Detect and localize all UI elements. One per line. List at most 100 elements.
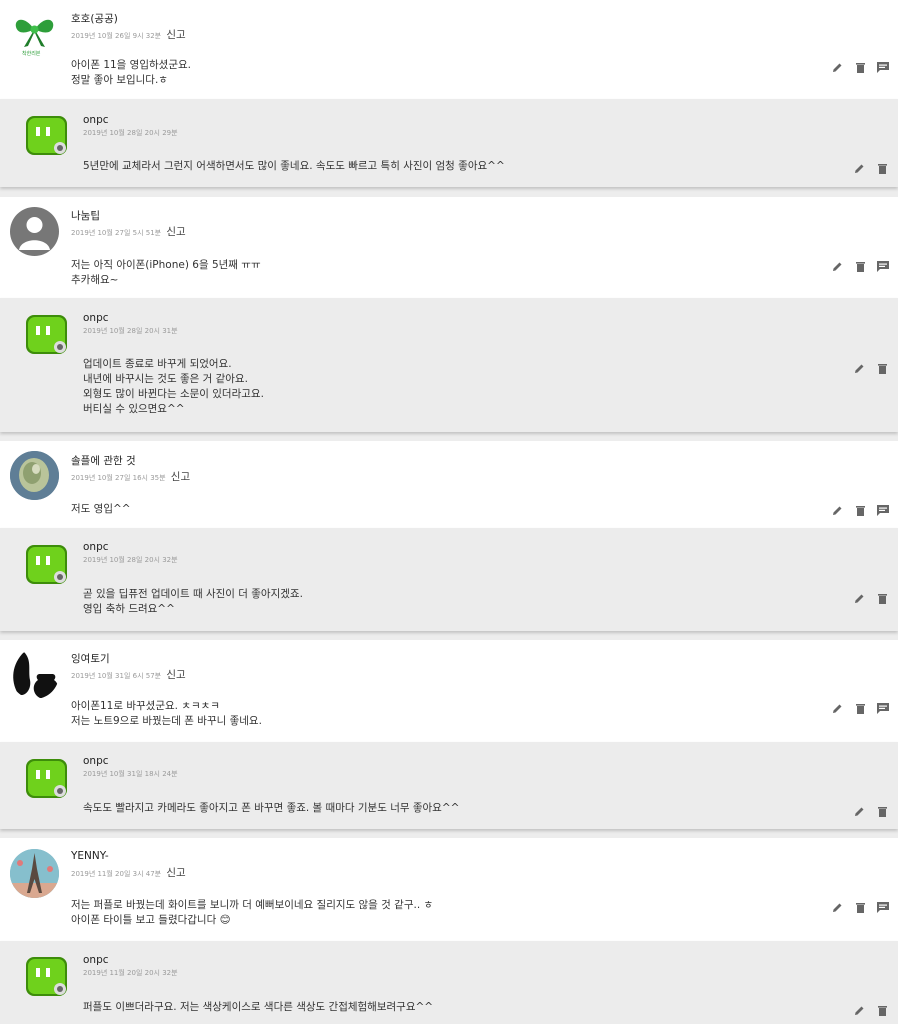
edit-icon[interactable]	[852, 361, 866, 375]
edit-icon[interactable]	[852, 804, 866, 818]
reply-actions	[852, 1003, 889, 1017]
reply-text: 곧 있을 딥퓨전 업데이트 때 사진이 더 좋아지겠죠. 영입 축하 드려요^^	[83, 588, 303, 615]
reply-icon[interactable]	[876, 259, 890, 273]
onpc-logo-icon	[26, 759, 67, 798]
delete-icon[interactable]	[853, 900, 867, 914]
owner-avatar[interactable]	[22, 310, 71, 359]
edit-icon[interactable]	[852, 1003, 866, 1017]
comment-author[interactable]: 호호(공공)	[71, 11, 118, 26]
comment-actions	[830, 701, 890, 715]
onpc-logo-icon	[26, 957, 67, 996]
report-link[interactable]: 신고	[171, 471, 190, 483]
report-link[interactable]: 신고	[166, 669, 185, 681]
delete-icon[interactable]	[853, 701, 867, 715]
delete-icon[interactable]	[875, 1003, 889, 1017]
reply-icon[interactable]	[876, 60, 890, 74]
reply-actions	[852, 591, 889, 605]
reply-date: 2019년 10월 28일 20시 29분	[83, 129, 178, 137]
report-link[interactable]: 신고	[166, 867, 185, 879]
delete-icon[interactable]	[875, 161, 889, 175]
reply-date: 2019년 10월 28일 20시 32분	[83, 556, 178, 564]
edit-icon[interactable]	[830, 900, 844, 914]
avatar[interactable]	[10, 849, 59, 898]
comment-date: 2019년 10월 26일 9시 32분	[71, 32, 162, 40]
reply-actions	[852, 361, 889, 375]
report-link[interactable]: 신고	[166, 226, 185, 238]
reply-actions	[852, 804, 889, 818]
comment-meta: 2019년 10월 27일 5시 51분 신고	[71, 224, 186, 239]
onpc-logo-icon	[26, 545, 67, 584]
reply-date: 2019년 10월 28일 20시 31분	[83, 327, 178, 335]
avatar[interactable]	[10, 207, 59, 256]
comment-date: 2019년 10월 31일 6시 57분	[71, 672, 162, 680]
edit-icon[interactable]	[830, 701, 844, 715]
reply-icon[interactable]	[876, 701, 890, 715]
default-user-icon	[19, 217, 50, 250]
reply-author[interactable]: onpc	[83, 114, 109, 126]
comment-actions	[830, 503, 890, 517]
owner-avatar[interactable]	[22, 540, 71, 589]
onpc-logo-icon	[26, 315, 67, 354]
comment-author[interactable]: YENNY-	[71, 850, 109, 862]
avatar-caption: 착한리본	[22, 51, 41, 57]
comment-meta: 2019년 10월 31일 6시 57분 신고	[71, 667, 186, 682]
reply-icon[interactable]	[876, 900, 890, 914]
owner-avatar[interactable]	[22, 952, 71, 1001]
comment-meta: 2019년 10월 26일 9시 32분 신고	[71, 27, 186, 42]
avatar[interactable]	[10, 650, 59, 699]
delete-icon[interactable]	[875, 361, 889, 375]
reply-text: 퍼플도 이쁘더라구요. 저는 색상케이스로 색다른 색상도 간접체험해보려구요^…	[83, 1001, 434, 1013]
avatar[interactable]: 착한리본	[10, 9, 59, 58]
comment: 착한리본 호호(공공) 2019년 10월 26일 9시 32분 신고 아이폰 …	[0, 0, 898, 99]
comment-author[interactable]: 솔플에 관한 것	[71, 453, 136, 468]
reply: onpc 2019년 10월 31일 18시 24분 속도도 빨라지고 카메라도…	[0, 742, 898, 829]
comment-date: 2019년 10월 27일 5시 51분	[71, 229, 162, 237]
owner-avatar[interactable]	[22, 111, 71, 160]
comment: 나눔팁 2019년 10월 27일 5시 51분 신고 저는 아직 아이폰(iP…	[0, 197, 898, 298]
comment-meta: 2019년 11월 20일 3시 47분 신고	[71, 865, 186, 880]
owner-avatar[interactable]	[22, 754, 71, 803]
reply-actions	[852, 161, 889, 175]
comment-author[interactable]: 나눔팁	[71, 208, 100, 223]
comment-text: 아이폰11로 바꾸셨군요. ㅊㅋㅊㅋ 저는 노트9으로 바꿨는데 폰 바꾸니 좋…	[71, 700, 262, 727]
reply: onpc 2019년 10월 28일 20시 32분 곧 있을 딥퓨전 업데이트…	[0, 528, 898, 631]
comment-date: 2019년 10월 27일 16시 35분	[71, 474, 166, 482]
comment-text: 아이폰 11을 영입하셨군요. 정말 좋아 보입니다.ㅎ	[71, 59, 191, 86]
reply-date: 2019년 10월 31일 18시 24분	[83, 770, 178, 778]
delete-icon[interactable]	[853, 259, 867, 273]
reply: onpc 2019년 11월 20일 20시 32분 퍼플도 이쁘더라구요. 저…	[0, 941, 898, 1024]
comment: 솔플에 관한 것 2019년 10월 27일 16시 35분 신고 저도 영입^…	[0, 441, 898, 528]
photo-avatar-icon	[10, 451, 59, 500]
comment-actions	[830, 900, 890, 914]
delete-icon[interactable]	[875, 591, 889, 605]
eiffel-tower-icon	[10, 849, 59, 898]
delete-icon[interactable]	[853, 503, 867, 517]
comment-text: 저는 퍼플로 바꿨는데 화이트를 보니까 더 예뻐보이네요 질리지도 않을 것 …	[71, 899, 434, 926]
delete-icon[interactable]	[875, 804, 889, 818]
edit-icon[interactable]	[852, 161, 866, 175]
comment-meta: 2019년 10월 27일 16시 35분 신고	[71, 469, 190, 484]
report-link[interactable]: 신고	[166, 29, 185, 41]
reply-author[interactable]: onpc	[83, 954, 109, 966]
reply: onpc 2019년 10월 28일 20시 29분 5년만에 교체라서 그런지…	[0, 99, 898, 187]
onpc-logo-icon	[26, 116, 67, 155]
reply-text: 업데이트 종료로 바꾸게 되었어요. 내년에 바꾸시는 것도 좋은 거 같아요.…	[83, 358, 264, 415]
edit-icon[interactable]	[830, 259, 844, 273]
edit-icon[interactable]	[830, 60, 844, 74]
delete-icon[interactable]	[853, 60, 867, 74]
reply-text: 속도도 빨라지고 카메라도 좋아지고 폰 바꾸면 좋죠. 볼 때마다 기분도 너…	[83, 802, 460, 814]
comment-author[interactable]: 잉여토기	[71, 651, 110, 666]
comment-text: 저도 영입^^	[71, 503, 131, 515]
reply-author[interactable]: onpc	[83, 312, 109, 324]
reply-text: 5년만에 교체라서 그런지 어색하면서도 많이 좋네요. 속도도 빠르고 특히 …	[83, 160, 505, 172]
edit-icon[interactable]	[830, 503, 844, 517]
reply-author[interactable]: onpc	[83, 541, 109, 553]
reply-author[interactable]: onpc	[83, 755, 109, 767]
avatar[interactable]	[10, 451, 59, 500]
reply-icon[interactable]	[876, 503, 890, 517]
comment-actions	[830, 60, 890, 74]
comment-actions	[830, 259, 890, 273]
edit-icon[interactable]	[852, 591, 866, 605]
reply: onpc 2019년 10월 28일 20시 31분 업데이트 종료로 바꾸게 …	[0, 298, 898, 432]
reply-date: 2019년 11월 20일 20시 32분	[83, 969, 178, 977]
